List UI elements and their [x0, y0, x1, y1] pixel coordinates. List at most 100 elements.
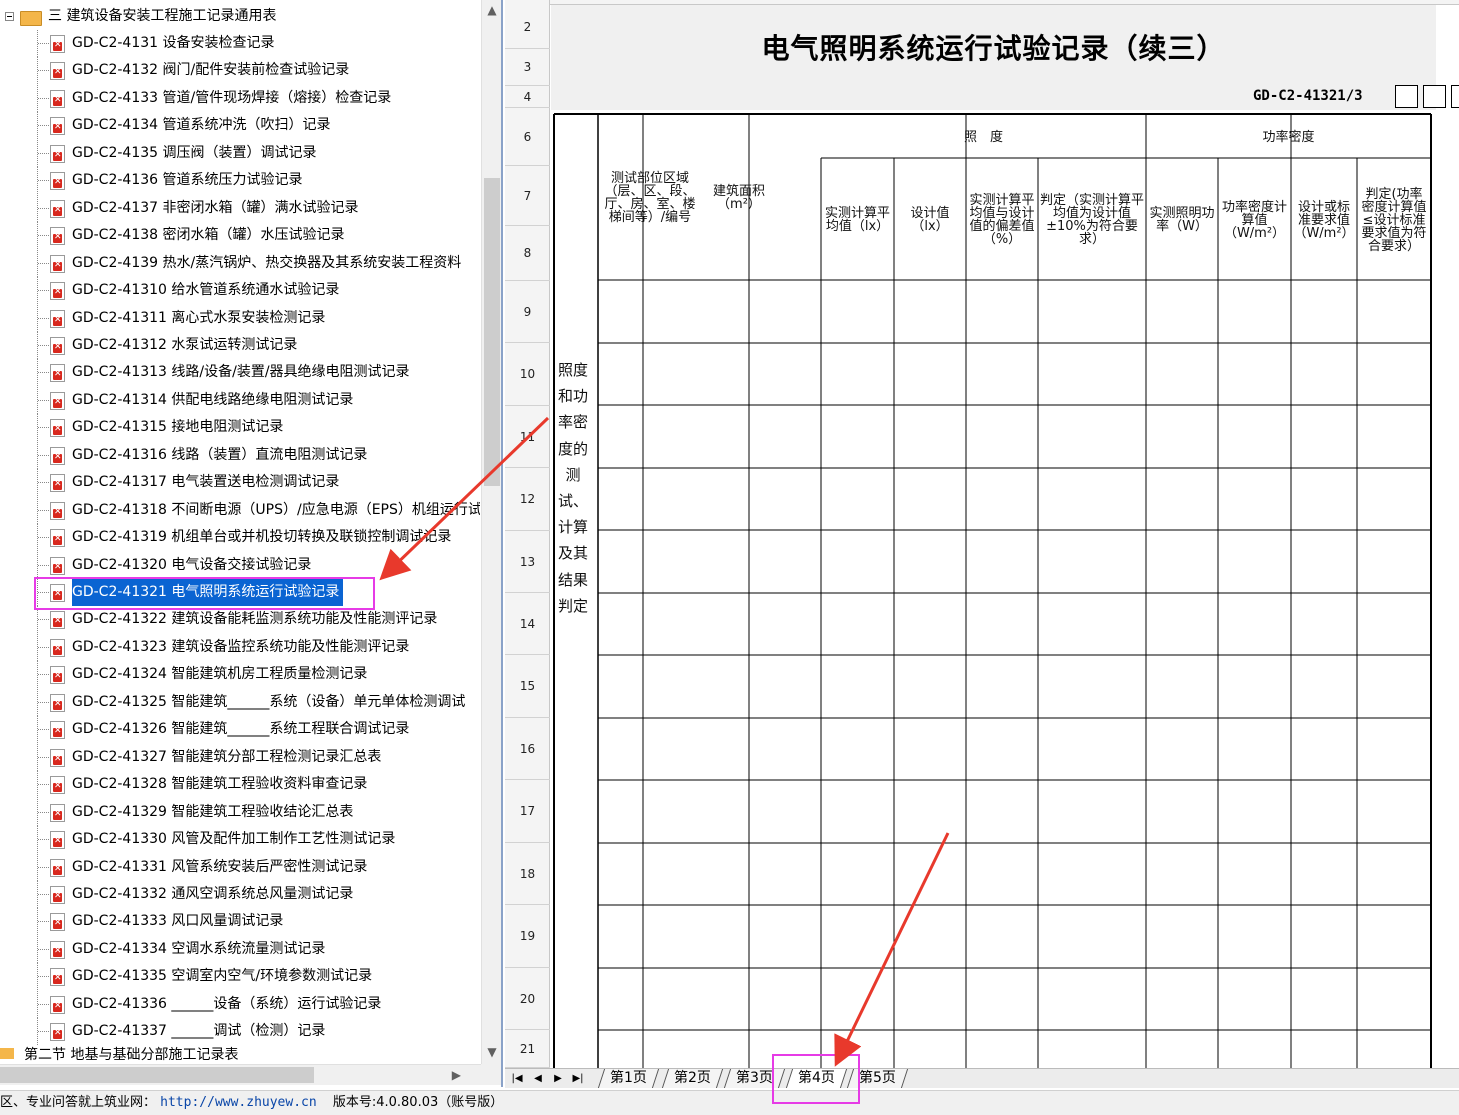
tree-item[interactable]: ✕ GD-C2-41310 给水管道系统通水试验记录 [0, 277, 480, 305]
tree-item[interactable]: ✕ GD-C2-4132 阀门/配件安装前检查试验记录 [0, 57, 480, 85]
tree-hscroll-thumb[interactable] [0, 1067, 314, 1083]
sheet-tab[interactable]: 第1页 [597, 1069, 660, 1088]
row-header[interactable]: 8 [505, 226, 550, 281]
row-header[interactable]: 13 [505, 531, 550, 593]
tree-item[interactable]: ✕ GD-C2-4138 密闭水箱（罐）水压试验记录 [0, 222, 480, 250]
last-sheet-icon[interactable]: ▶| [569, 1071, 587, 1087]
tree-item-label: GD-C2-41331 风管系统安装后严密性测试记录 [72, 858, 368, 875]
row-header[interactable]: 12 [505, 468, 550, 531]
collapse-icon[interactable] [5, 12, 14, 21]
row-header[interactable]: 9 [505, 281, 550, 343]
tree-item[interactable]: ✕ GD-C2-41324 智能建筑机房工程质量检测记录 [0, 661, 480, 689]
scroll-up-icon[interactable]: ▲ [482, 0, 501, 20]
tree-item-label: GD-C2-4132 阀门/配件安装前检查试验记录 [72, 62, 350, 79]
tree-item[interactable]: ✕ GD-C2-41327 智能建筑分部工程检测记录汇总表 [0, 743, 480, 771]
tree-item[interactable]: ✕ GD-C2-41333 风口风量调试记录 [0, 908, 480, 936]
column-header: 判定（实测计算平均值为设计值±10%为符合要求） [1040, 193, 1145, 247]
tree-item-label: GD-C2-41319 机组单台或并机投切转换及联锁控制调试记录 [72, 529, 452, 546]
tree-item-label: GD-C2-41335 空调室内空气/环境参数测试记录 [72, 968, 373, 985]
tree-item-label: GD-C2-4137 非密闭水箱（罐）满水试验记录 [72, 199, 359, 216]
tree-item[interactable]: ✕ GD-C2-4136 管道系统压力试验记录 [0, 167, 480, 195]
row-header[interactable]: 18 [505, 843, 550, 905]
tree-item[interactable]: ✕ GD-C2-41328 智能建筑工程验收资料审查记录 [0, 771, 480, 799]
tree-item[interactable]: ✕ GD-C2-41323 建筑设备监控系统功能及性能测评记录 [0, 633, 480, 661]
tree-item[interactable]: ✕ GD-C2-41322 建筑设备能耗监测系统功能及性能测评记录 [0, 606, 480, 634]
row-header[interactable]: 16 [505, 718, 550, 780]
tree-item[interactable]: ✕ GD-C2-41331 风管系统安装后严密性测试记录 [0, 853, 480, 881]
sheet-body[interactable]: 电气照明系统运行试验记录（续三） GD-C2-41321/3 照 度功率密度 测试… [551, 5, 1459, 1068]
tree-item[interactable]: ✕ GD-C2-41315 接地电阻测试记录 [0, 414, 480, 442]
pdf-file-icon: ✕ [50, 199, 65, 218]
row-header[interactable]: 20 [505, 968, 550, 1030]
row-header[interactable]: 11 [505, 406, 550, 468]
row-header[interactable]: 6 [505, 108, 550, 166]
tree-item[interactable]: ✕ GD-C2-41325 智能建筑______系统（设备）单元单体检测调试 [0, 688, 480, 716]
tree-item[interactable]: ✕ GD-C2-41311 离心式水泵安装检测记录 [0, 304, 480, 332]
pdf-file-icon: ✕ [50, 254, 65, 273]
row-header[interactable]: 21 [505, 1030, 550, 1068]
illuminance-group-header: 照 度 [963, 129, 1003, 145]
pdf-file-icon: ✕ [50, 62, 65, 81]
tree-item[interactable]: ✕ GD-C2-4131 设备安装检查记录 [0, 30, 480, 57]
row-header[interactable]: 7 [505, 166, 550, 226]
row-header[interactable]: 14 [505, 593, 550, 655]
tree-scroll-thumb[interactable] [484, 178, 500, 486]
tree-folder-row[interactable]: 三 建筑设备安装工程施工记录通用表 [0, 3, 480, 30]
tree-item-label: GD-C2-41310 给水管道系统通水试验记录 [72, 282, 340, 299]
status-url-link[interactable]: http://www.zhuyew.cn [160, 1095, 317, 1110]
scroll-down-icon[interactable]: ▼ [482, 1042, 501, 1062]
selected-item-highlight-box [34, 577, 375, 610]
file-tree-panel: 三 建筑设备安装工程施工记录通用表 ✕ GD-C2-4131 设备安装检查记录 ✕ GD… [0, 0, 503, 1087]
tree-item-label: GD-C2-4139 热水/蒸汽锅炉、热交换器及其系统安装工程资料 [72, 254, 462, 271]
tree-item[interactable]: ✕ GD-C2-41329 智能建筑工程验收结论汇总表 [0, 798, 480, 826]
tree-item[interactable]: ✕ GD-C2-41332 通风空调系统总风量测试记录 [0, 880, 480, 908]
tree-horizontal-scrollbar[interactable]: ▶ [0, 1064, 481, 1085]
tree-item[interactable]: ✕ GD-C2-41316 线路（装置）直流电阻测试记录 [0, 441, 480, 469]
pdf-file-icon: ✕ [50, 117, 65, 136]
tree-item[interactable]: ✕ GD-C2-41336 ______设备（系统）运行试验记录 [0, 990, 480, 1018]
tree-item-label: GD-C2-41317 电气装置送电检测调试记录 [72, 474, 340, 491]
tree-item[interactable]: ✕ GD-C2-4133 管道/管件现场焊接（熔接）检查记录 [0, 84, 480, 112]
first-sheet-icon[interactable]: |◀ [508, 1071, 526, 1087]
row-header[interactable]: 15 [505, 655, 550, 718]
tree-item-label: GD-C2-41325 智能建筑______系统（设备）单元单体检测调试 [72, 693, 466, 710]
pdf-file-icon: ✕ [50, 336, 65, 355]
tree-item[interactable]: ✕ GD-C2-4134 管道系统冲洗（吹扫）记录 [0, 112, 480, 140]
row-header[interactable]: 4 [505, 86, 550, 108]
tree-item[interactable]: ✕ GD-C2-41335 空调室内空气/环境参数测试记录 [0, 963, 480, 991]
scroll-right-icon[interactable]: ▶ [452, 1065, 461, 1085]
next-sheet-icon[interactable]: ▶ [549, 1071, 567, 1087]
tree-item[interactable]: ✕ GD-C2-41330 风管及配件加工制作工艺性测试记录 [0, 826, 480, 854]
tree-item[interactable]: ✕ GD-C2-41326 智能建筑______系统工程联合调试记录 [0, 716, 480, 744]
row-header[interactable]: 2 [505, 6, 550, 49]
tree-item[interactable]: ✕ GD-C2-41313 线路/设备/装置/器具绝缘电阻测试记录 [0, 359, 480, 387]
pdf-file-icon: ✕ [50, 885, 65, 904]
tree-vertical-scrollbar[interactable]: ▲ ▼ [481, 0, 501, 1064]
column-header: 实测计算平均值与设计值的偏差值（%） [969, 193, 1035, 247]
tree-item-label: GD-C2-4131 设备安装检查记录 [72, 35, 275, 51]
tree-item-label: GD-C2-41332 通风空调系统总风量测试记录 [72, 885, 354, 902]
row-header[interactable]: 19 [505, 905, 550, 968]
folder-open-icon [20, 11, 42, 26]
tree-item-label: GD-C2-41324 智能建筑机房工程质量检测记录 [72, 666, 368, 683]
prev-sheet-icon[interactable]: ◀ [529, 1071, 547, 1087]
pdf-file-icon: ✕ [50, 693, 65, 712]
row-header[interactable]: 3 [505, 49, 550, 86]
row-header[interactable]: 10 [505, 343, 550, 406]
tree-item[interactable]: ✕ GD-C2-41318 不间断电源（UPS）/应急电源（EPS）机组运行试 [0, 496, 480, 524]
pdf-file-icon: ✕ [50, 556, 65, 575]
tree-item[interactable]: ✕ GD-C2-41334 空调水系统流量测试记录 [0, 935, 480, 963]
tree-item[interactable]: ✕ GD-C2-4139 热水/蒸汽锅炉、热交换器及其系统安装工程资料 [0, 249, 480, 277]
row-header[interactable]: 17 [505, 780, 550, 843]
tree-item[interactable]: ✕ GD-C2-41314 供配电线路绝缘电阻测试记录 [0, 386, 480, 414]
tree-item[interactable]: ✕ GD-C2-41320 电气设备交接试验记录 [0, 551, 480, 579]
tree-item-label: GD-C2-41323 建筑设备监控系统功能及性能测评记录 [72, 638, 410, 655]
tree-item[interactable]: ✕ GD-C2-4135 调压阀（装置）调试记录 [0, 139, 480, 167]
sheet-tab[interactable]: 第2页 [661, 1069, 724, 1088]
tree-item[interactable]: ✕ GD-C2-41319 机组单台或并机投切转换及联锁控制调试记录 [0, 524, 480, 552]
tree-item[interactable]: ✕ GD-C2-41317 电气装置送电检测调试记录 [0, 469, 480, 497]
pdf-file-icon: ✕ [50, 940, 65, 959]
tree-item[interactable]: ✕ GD-C2-41312 水泵试运转测试记录 [0, 331, 480, 359]
tree-item[interactable]: ✕ GD-C2-4137 非密闭水箱（罐）满水试验记录 [0, 194, 480, 222]
spreadsheet-view[interactable]: 2 3 4 6 7 8 9 10 11 12 13 14 15 16 17 18 19 20 21 电气照明系统运行… [505, 0, 1459, 1068]
